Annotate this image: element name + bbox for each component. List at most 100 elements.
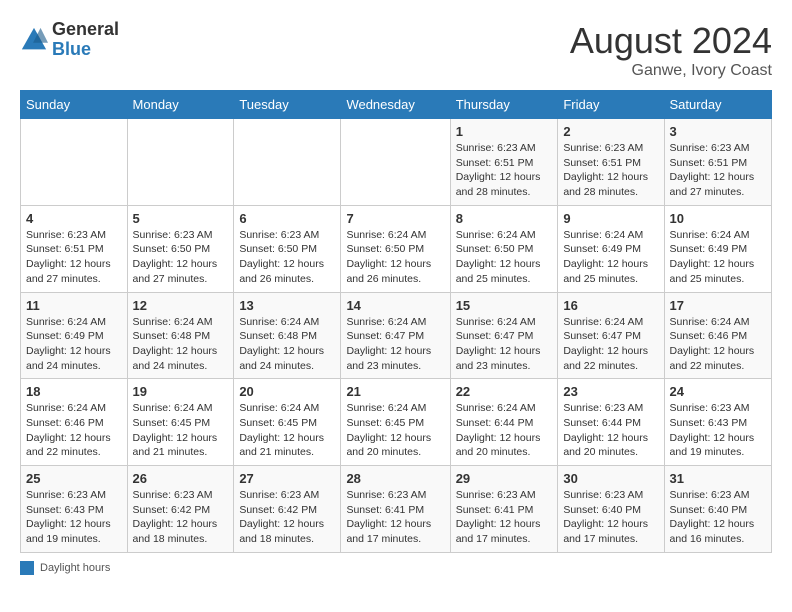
day-number: 29 [456,471,553,486]
legend-label: Daylight hours [40,562,110,574]
day-info: Sunrise: 6:23 AM Sunset: 6:40 PM Dayligh… [563,488,658,547]
day-info: Sunrise: 6:23 AM Sunset: 6:43 PM Dayligh… [670,401,766,460]
calendar-cell: 30Sunrise: 6:23 AM Sunset: 6:40 PM Dayli… [558,466,664,553]
calendar-cell [341,119,450,206]
day-info: Sunrise: 6:24 AM Sunset: 6:45 PM Dayligh… [239,401,335,460]
day-number: 23 [563,384,658,399]
day-info: Sunrise: 6:23 AM Sunset: 6:51 PM Dayligh… [456,141,553,200]
calendar-cell: 8 Sunrise: 6:24 AM Sunset: 6:50 PM Daylig… [450,205,558,292]
day-info: Sunrise: 6:23 AM Sunset: 6:42 PM Dayligh… [239,488,335,547]
calendar-cell: 9 Sunrise: 6:24 AM Sunset: 6:49 PM Daylig… [558,205,664,292]
calendar-cell: 12 Sunrise: 6:24 AM Sunset: 6:48 PM Dayli… [127,292,234,379]
calendar-cell: 22 Sunrise: 6:24 AM Sunset: 6:44 PM Dayli… [450,379,558,466]
calendar-cell: 16Sunrise: 6:24 AM Sunset: 6:47 PM Dayli… [558,292,664,379]
day-info: Sunrise: 6:24 AM Sunset: 6:48 PM Dayligh… [133,315,229,374]
day-info: Sunrise: 6:24 AM Sunset: 6:50 PM Dayligh… [456,228,553,287]
column-header-thursday: Thursday [450,91,558,119]
day-info: Sunrise: 6:24 AM Sunset: 6:49 PM Dayligh… [563,228,658,287]
day-number: 15 [456,298,553,313]
day-number: 22 [456,384,553,399]
day-info: Sunrise: 6:24 AM Sunset: 6:49 PM Dayligh… [26,315,122,374]
calendar-cell: 15 Sunrise: 6:24 AM Sunset: 6:47 PM Dayli… [450,292,558,379]
logo: General Blue [20,20,119,60]
calendar-cell: 7Sunrise: 6:24 AM Sunset: 6:50 PM Daylig… [341,205,450,292]
calendar-table: SundayMondayTuesdayWednesdayThursdayFrid… [20,90,772,553]
day-info: Sunrise: 6:24 AM Sunset: 6:47 PM Dayligh… [456,315,553,374]
day-number: 27 [239,471,335,486]
page-title: August 2024 [570,20,772,62]
day-number: 14 [346,298,444,313]
column-headers: SundayMondayTuesdayWednesdayThursdayFrid… [21,91,772,119]
calendar-cell: 25 Sunrise: 6:23 AM Sunset: 6:43 PM Dayli… [21,466,128,553]
calendar-cell: 18Sunrise: 6:24 AM Sunset: 6:46 PM Dayli… [21,379,128,466]
column-header-wednesday: Wednesday [341,91,450,119]
day-info: Sunrise: 6:23 AM Sunset: 6:50 PM Dayligh… [133,228,229,287]
calendar-cell: 5 Sunrise: 6:23 AM Sunset: 6:50 PM Daylig… [127,205,234,292]
day-number: 12 [133,298,229,313]
calendar-cell: 4 Sunrise: 6:23 AM Sunset: 6:51 PM Daylig… [21,205,128,292]
day-info: Sunrise: 6:23 AM Sunset: 6:43 PM Dayligh… [26,488,122,547]
calendar-cell: 23 Sunrise: 6:23 AM Sunset: 6:44 PM Dayli… [558,379,664,466]
day-number: 9 [563,211,658,226]
day-info: Sunrise: 6:24 AM Sunset: 6:49 PM Dayligh… [670,228,766,287]
day-number: 4 [26,211,122,226]
day-number: 16 [563,298,658,313]
calendar-cell: 10 Sunrise: 6:24 AM Sunset: 6:49 PM Dayli… [664,205,771,292]
day-info: Sunrise: 6:24 AM Sunset: 6:45 PM Dayligh… [346,401,444,460]
calendar-cell: 1Sunrise: 6:23 AM Sunset: 6:51 PM Daylig… [450,119,558,206]
day-info: Sunrise: 6:24 AM Sunset: 6:45 PM Dayligh… [133,401,229,460]
day-number: 10 [670,211,766,226]
legend: Daylight hours [20,561,772,575]
calendar-week-3: 11 Sunrise: 6:24 AM Sunset: 6:49 PM Dayli… [21,292,772,379]
day-number: 19 [133,384,229,399]
calendar-cell: 14 Sunrise: 6:24 AM Sunset: 6:47 PM Dayli… [341,292,450,379]
day-number: 8 [456,211,553,226]
legend-box [20,561,34,575]
day-number: 5 [133,211,229,226]
title-block: August 2024 Ganwe, Ivory Coast [570,20,772,80]
calendar-week-5: 25 Sunrise: 6:23 AM Sunset: 6:43 PM Dayli… [21,466,772,553]
day-number: 2 [563,124,658,139]
day-info: Sunrise: 6:23 AM Sunset: 6:40 PM Dayligh… [670,488,766,547]
column-header-monday: Monday [127,91,234,119]
day-number: 28 [346,471,444,486]
day-number: 25 [26,471,122,486]
calendar-week-1: 1Sunrise: 6:23 AM Sunset: 6:51 PM Daylig… [21,119,772,206]
calendar-cell: 29Sunrise: 6:23 AM Sunset: 6:41 PM Dayli… [450,466,558,553]
logo-general-text: General [52,19,119,39]
calendar-cell [234,119,341,206]
calendar-cell: 21 Sunrise: 6:24 AM Sunset: 6:45 PM Dayli… [341,379,450,466]
logo-icon [20,26,48,54]
column-header-tuesday: Tuesday [234,91,341,119]
day-info: Sunrise: 6:23 AM Sunset: 6:41 PM Dayligh… [346,488,444,547]
day-info: Sunrise: 6:24 AM Sunset: 6:47 PM Dayligh… [346,315,444,374]
day-info: Sunrise: 6:24 AM Sunset: 6:44 PM Dayligh… [456,401,553,460]
column-header-friday: Friday [558,91,664,119]
calendar-cell: 11 Sunrise: 6:24 AM Sunset: 6:49 PM Dayli… [21,292,128,379]
day-number: 21 [346,384,444,399]
day-number: 13 [239,298,335,313]
calendar-cell: 24 Sunrise: 6:23 AM Sunset: 6:43 PM Dayli… [664,379,771,466]
column-header-saturday: Saturday [664,91,771,119]
day-number: 31 [670,471,766,486]
page-subtitle: Ganwe, Ivory Coast [570,62,772,80]
column-header-sunday: Sunday [21,91,128,119]
day-number: 11 [26,298,122,313]
calendar-cell: 28 Sunrise: 6:23 AM Sunset: 6:41 PM Dayli… [341,466,450,553]
calendar-week-2: 4 Sunrise: 6:23 AM Sunset: 6:51 PM Daylig… [21,205,772,292]
calendar-cell [127,119,234,206]
logo-blue-text: Blue [52,39,91,59]
day-number: 24 [670,384,766,399]
day-info: Sunrise: 6:23 AM Sunset: 6:51 PM Dayligh… [26,228,122,287]
calendar-cell: 2 Sunrise: 6:23 AM Sunset: 6:51 PM Daylig… [558,119,664,206]
day-info: Sunrise: 6:23 AM Sunset: 6:44 PM Dayligh… [563,401,658,460]
calendar-cell: 3Sunrise: 6:23 AM Sunset: 6:51 PM Daylig… [664,119,771,206]
day-number: 26 [133,471,229,486]
day-info: Sunrise: 6:24 AM Sunset: 6:50 PM Dayligh… [346,228,444,287]
day-info: Sunrise: 6:23 AM Sunset: 6:50 PM Dayligh… [239,228,335,287]
calendar-cell: 17 Sunrise: 6:24 AM Sunset: 6:46 PM Dayli… [664,292,771,379]
day-number: 17 [670,298,766,313]
day-info: Sunrise: 6:23 AM Sunset: 6:51 PM Dayligh… [563,141,658,200]
day-info: Sunrise: 6:24 AM Sunset: 6:46 PM Dayligh… [670,315,766,374]
calendar-cell [21,119,128,206]
